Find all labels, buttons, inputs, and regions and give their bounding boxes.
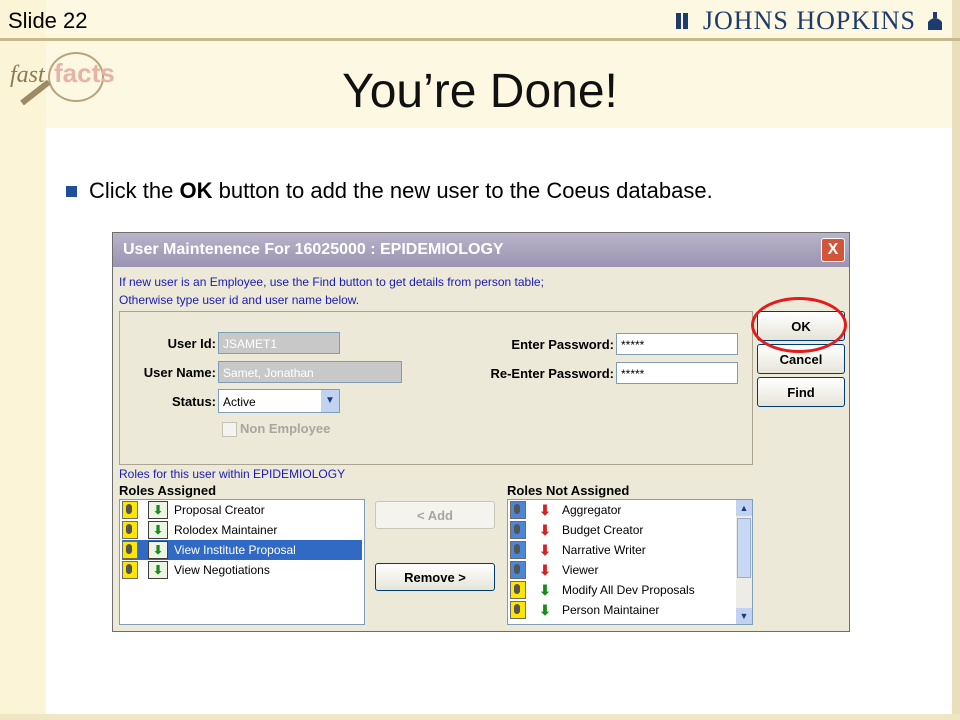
role-label: Narrative Writer (562, 543, 646, 557)
jh-shield-icon (675, 13, 688, 29)
list-item[interactable]: ⬇ Proposal Creator (122, 500, 362, 520)
logo-wordmark: JOHNS HOPKINS (702, 6, 916, 35)
role-unassigned-arrow-icon: ⬇ (539, 541, 551, 558)
role-label: Modify All Dev Proposals (562, 583, 695, 597)
roles-not-assigned-list[interactable]: ⬇ Aggregator ⬇ Budget Creator ⬇ Narrativ… (507, 499, 753, 625)
user-name-label: User Name: (143, 365, 216, 380)
list-item[interactable]: ⬇ Budget Creator (510, 520, 732, 540)
role-label: View Negotiations (174, 563, 270, 577)
footer-divider (0, 714, 960, 720)
role-user-icon (122, 521, 138, 539)
role-user-icon (510, 501, 526, 519)
close-button[interactable]: X (821, 238, 845, 262)
bullet-suffix: button to add the new user to the Coeus … (212, 178, 713, 203)
scroll-thumb[interactable] (737, 518, 751, 578)
dome-icon (928, 12, 942, 30)
role-user-icon (510, 561, 526, 579)
role-assign-arrow-icon: ⬇ (539, 581, 551, 598)
list-item[interactable]: ⬇ Rolodex Maintainer (122, 520, 362, 540)
user-id-field[interactable]: JSAMET1 (218, 332, 340, 354)
role-unassigned-arrow-icon: ⬇ (539, 561, 551, 578)
role-user-icon (122, 541, 138, 559)
status-select[interactable]: Active ▼ (218, 389, 340, 413)
list-item-selected[interactable]: ⬇ View Institute Proposal (122, 540, 362, 560)
non-employee-checkbox[interactable] (222, 422, 237, 437)
role-assign-arrow-icon: ⬇ (148, 501, 168, 519)
role-user-icon (510, 541, 526, 559)
header-divider (0, 38, 960, 41)
role-user-icon (122, 561, 138, 579)
remove-button[interactable]: Remove > (375, 563, 495, 591)
list-item[interactable]: ⬇ Aggregator (510, 500, 732, 520)
role-unassigned-arrow-icon: ⬇ (539, 501, 551, 518)
instruction-line-2: Otherwise type user id and user name bel… (119, 293, 360, 307)
role-label: View Institute Proposal (174, 543, 296, 557)
enter-password-label: Enter Password: (511, 337, 614, 352)
bullet-text: Click the OK button to add the new user … (89, 178, 713, 204)
status-label: Status: (171, 394, 216, 409)
slide-title: You’re Done! (342, 65, 618, 118)
roles-not-assigned-label: Roles Not Assigned (507, 483, 630, 498)
status-value: Active (223, 395, 256, 409)
role-label: Budget Creator (562, 523, 644, 537)
roles-assigned-list[interactable]: ⬇ Proposal Creator ⬇ Rolodex Maintainer … (119, 499, 365, 625)
role-label: Viewer (562, 563, 599, 577)
ok-button[interactable]: OK (757, 311, 845, 341)
scroll-up-icon[interactable]: ▲ (736, 500, 752, 516)
vertical-scrollbar[interactable]: ▲ ▼ (736, 500, 752, 624)
role-assign-arrow-icon: ⬇ (148, 541, 168, 559)
role-user-icon (122, 501, 138, 519)
role-user-icon (510, 601, 526, 619)
bullet-instruction: Click the OK button to add the new user … (66, 178, 713, 204)
roles-assigned-label: Roles Assigned (119, 483, 217, 498)
reenter-password-field[interactable]: ***** (616, 362, 738, 384)
list-item[interactable]: ⬇ Person Maintainer (510, 600, 732, 620)
list-item[interactable]: ⬇ Modify All Dev Proposals (510, 580, 732, 600)
role-label: Proposal Creator (174, 503, 265, 517)
non-employee-label: Non Employee (240, 421, 331, 436)
user-maintenance-dialog: User Maintenence For 16025000 : EPIDEMIO… (112, 232, 850, 632)
roles-heading: Roles for this user within EPIDEMIOLOGY (119, 467, 346, 481)
reenter-password-label: Re-Enter Password: (490, 366, 614, 381)
bullet-bold: OK (179, 178, 213, 203)
role-label: Rolodex Maintainer (174, 523, 278, 537)
dialog-title: User Maintenence For 16025000 : EPIDEMIO… (123, 241, 504, 258)
bullet-square-icon (66, 185, 77, 197)
bullet-prefix: Click the (89, 178, 180, 203)
role-label: Person Maintainer (562, 603, 660, 617)
chevron-down-icon[interactable]: ▼ (321, 390, 339, 412)
role-user-icon (510, 581, 526, 599)
user-id-label: User Id: (167, 336, 216, 351)
add-button[interactable]: < Add (375, 501, 495, 529)
role-assign-arrow-icon: ⬇ (539, 601, 551, 618)
user-name-field[interactable]: Samet, Jonathan (218, 361, 402, 383)
find-button[interactable]: Find (757, 377, 845, 407)
list-item[interactable]: ⬇ View Negotiations (122, 560, 362, 580)
instruction-line-1: If new user is an Employee, use the Find… (119, 275, 544, 289)
list-item[interactable]: ⬇ Narrative Writer (510, 540, 732, 560)
user-details-panel: User Id: JSAMET1 User Name: Samet, Jonat… (119, 311, 753, 465)
role-unassigned-arrow-icon: ⬇ (539, 521, 551, 538)
list-item[interactable]: ⬇ Viewer (510, 560, 732, 580)
slide-number: Slide 22 (8, 8, 88, 33)
johns-hopkins-logo: JOHNS HOPKINS (673, 6, 946, 36)
role-assign-arrow-icon: ⬇ (148, 561, 168, 579)
role-user-icon (510, 521, 526, 539)
role-assign-arrow-icon: ⬇ (148, 521, 168, 539)
dialog-titlebar[interactable]: User Maintenence For 16025000 : EPIDEMIO… (113, 233, 849, 267)
enter-password-field[interactable]: ***** (616, 333, 738, 355)
role-label: Aggregator (562, 503, 622, 517)
scroll-down-icon[interactable]: ▼ (736, 608, 752, 624)
cancel-button[interactable]: Cancel (757, 344, 845, 374)
